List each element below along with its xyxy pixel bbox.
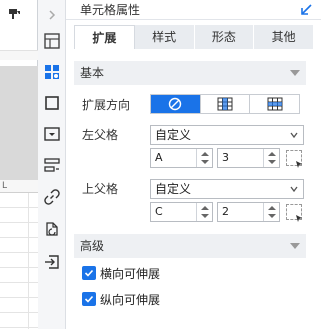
- cursor-arrow-icon: [296, 215, 302, 222]
- section-basic-title: 基本: [80, 66, 105, 80]
- horizontal-extendable-label: 横向可伸展: [100, 267, 161, 281]
- horizontal-extendable-checkbox[interactable]: [82, 266, 96, 280]
- left-parent-row-spin-buttons[interactable]: [263, 149, 279, 167]
- expand-panel-button[interactable]: [41, 4, 63, 26]
- tab-expand[interactable]: 扩展: [74, 25, 135, 49]
- vertical-extendable-label: 纵向可伸展: [100, 293, 161, 307]
- spreadsheet-area: L: [0, 0, 38, 329]
- top-parent-column-spin-buttons[interactable]: [196, 203, 212, 221]
- panel-tabs: 扩展 样式 形态 其他: [74, 25, 314, 49]
- square-icon: [45, 96, 59, 110]
- chevron-down-icon: [290, 132, 298, 139]
- condition-icon: [44, 158, 60, 172]
- cell-element-button[interactable]: [41, 30, 63, 52]
- top-parent-row-value: 2: [222, 205, 229, 218]
- top-parent-mode-select[interactable]: 自定义: [150, 179, 304, 199]
- left-parent-cell-picker[interactable]: [286, 150, 302, 168]
- top-parent-column-stepper[interactable]: C: [150, 202, 213, 222]
- sheet-ruler: [0, 50, 38, 60]
- left-parent-column-spin-buttons[interactable]: [196, 149, 212, 167]
- cell-border-button[interactable]: [41, 92, 63, 114]
- left-parent-mode-select[interactable]: 自定义: [150, 125, 304, 145]
- tab-style[interactable]: 样式: [134, 25, 195, 49]
- chevron-right-icon: [49, 10, 56, 20]
- link-icon: [44, 189, 60, 205]
- sheet-rows[interactable]: [0, 193, 38, 329]
- format-brush-icon[interactable]: [8, 8, 20, 20]
- expand-horizontal-option[interactable]: [250, 95, 300, 113]
- chevron-down-icon: [290, 186, 298, 193]
- left-parent-mode-value: 自定义: [155, 128, 192, 142]
- left-parent-row-stepper[interactable]: 3: [217, 148, 280, 168]
- top-parent-mode-value: 自定义: [155, 182, 192, 196]
- top-parent-label: 上父格: [82, 182, 119, 196]
- collapse-arrow-icon[interactable]: [299, 3, 313, 17]
- condition-attribute-button[interactable]: [41, 154, 63, 176]
- cell-properties-panel: 单元格属性 扩展 样式 形态 其他 基本 扩展方向 左父格 自定义 A 3 上父…: [66, 0, 321, 329]
- left-parent-column-value: A: [155, 151, 163, 164]
- section-basic-header[interactable]: 基本: [74, 61, 306, 85]
- data-entry-button[interactable]: [41, 251, 63, 273]
- page-rotate-icon: [46, 222, 58, 236]
- left-parent-row-value: 3: [222, 151, 229, 164]
- expand-vertical-option[interactable]: [200, 95, 251, 113]
- cell-attributes-icon: [45, 65, 59, 79]
- expand-direction-label: 扩展方向: [82, 98, 131, 112]
- vertical-extendable-checkbox[interactable]: [82, 292, 96, 306]
- cell-style-button[interactable]: [41, 218, 63, 240]
- widget-icon: [44, 127, 60, 141]
- caret-down-icon: [290, 243, 300, 249]
- widget-button[interactable]: [41, 123, 63, 145]
- cell-element-icon: [44, 33, 60, 49]
- check-icon: [84, 295, 94, 303]
- vertical-expand-icon: [217, 97, 233, 111]
- panel-header: 单元格属性: [66, 0, 321, 20]
- section-advanced-header[interactable]: 高级: [74, 234, 306, 258]
- horizontal-expand-icon: [267, 97, 283, 111]
- cursor-arrow-icon: [296, 161, 302, 168]
- section-advanced-title: 高级: [80, 239, 105, 253]
- tab-form[interactable]: 形态: [194, 25, 255, 49]
- hyperlink-button[interactable]: [41, 186, 63, 208]
- left-parent-column-stepper[interactable]: A: [150, 148, 213, 168]
- sheet-gray-band: [0, 66, 38, 180]
- tab-other[interactable]: 其他: [254, 25, 314, 49]
- check-icon: [84, 269, 94, 277]
- cell-attributes-button[interactable]: [41, 61, 63, 83]
- panel-title: 单元格属性: [80, 3, 141, 17]
- left-parent-label: 左父格: [82, 128, 119, 142]
- sheet-toolbar: [0, 0, 37, 27]
- top-parent-row-stepper[interactable]: 2: [217, 202, 280, 222]
- expand-none-option[interactable]: [151, 95, 201, 113]
- property-icon-bar: [38, 0, 66, 329]
- top-parent-column-value: C: [155, 205, 163, 218]
- expand-direction-selector: [150, 94, 300, 114]
- column-header: L: [0, 180, 38, 193]
- no-expand-icon: [169, 97, 182, 111]
- caret-down-icon: [290, 70, 300, 76]
- top-parent-cell-picker[interactable]: [286, 204, 302, 222]
- import-icon: [45, 255, 59, 269]
- top-parent-row-spin-buttons[interactable]: [263, 203, 279, 221]
